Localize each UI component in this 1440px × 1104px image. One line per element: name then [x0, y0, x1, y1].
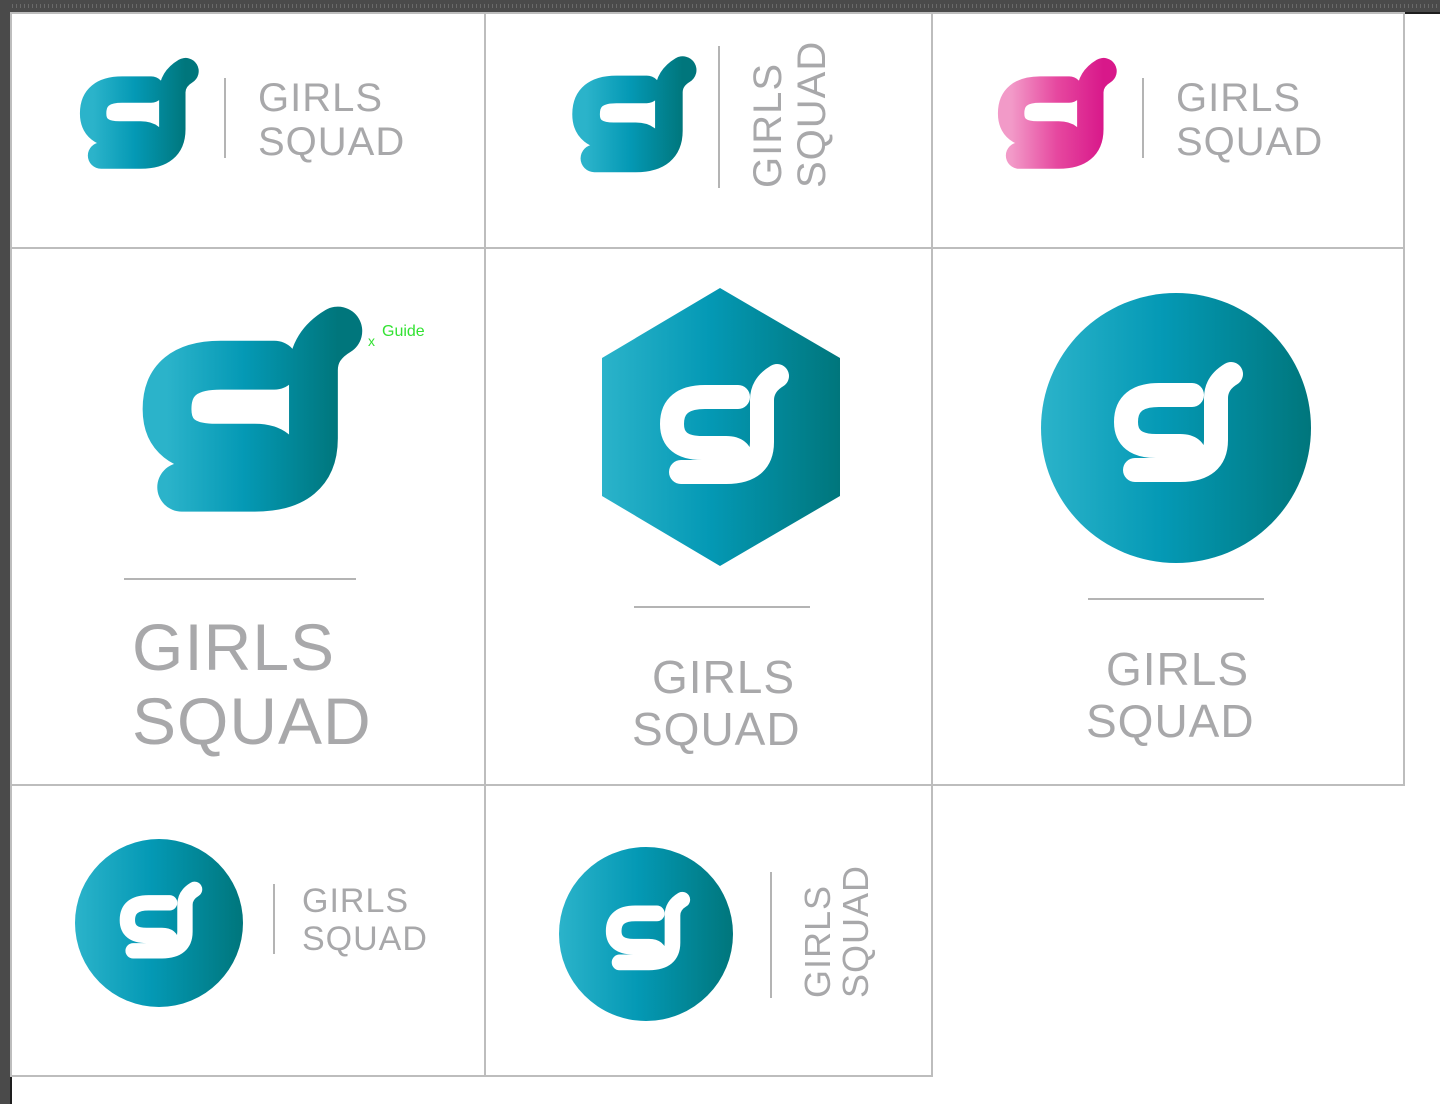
- wordmark-girls: GIRLS: [1106, 643, 1250, 695]
- wordmark-girls: GIRLS: [746, 62, 790, 188]
- wordmark-girls: GIRLS: [652, 651, 796, 703]
- wordmark-squad: SQUAD: [1086, 695, 1255, 747]
- artboard: GIRLS SQUAD GIRLS SQUAD GIRLS SQUAD x Gu…: [0, 0, 1440, 1104]
- circle-badge-icon: [75, 839, 243, 1007]
- divider: [1142, 78, 1144, 158]
- hexagon-badge-icon: [602, 288, 840, 566]
- circle-badge-icon: [1041, 293, 1311, 563]
- guide-marker: x: [368, 333, 375, 349]
- wordmark-girls: GIRLS: [1176, 76, 1302, 120]
- wordmark-squad: SQUAD: [835, 864, 876, 998]
- sg-monogram-icon: [990, 46, 1122, 186]
- divider: [224, 78, 226, 158]
- circle-badge-icon: [559, 847, 733, 1021]
- divider: [273, 884, 275, 954]
- guide-label: Guide: [382, 323, 425, 340]
- divider: [718, 46, 720, 188]
- wordmark-squad: SQUAD: [132, 684, 372, 758]
- wordmark-girls: GIRLS: [258, 76, 384, 120]
- divider: [124, 578, 356, 580]
- wordmark-girls: GIRLS: [132, 610, 336, 684]
- wordmark-squad: SQUAD: [790, 40, 834, 188]
- wordmark-squad: SQUAD: [302, 920, 428, 958]
- wordmark-squad: SQUAD: [1176, 120, 1324, 164]
- wordmark-squad: SQUAD: [632, 703, 801, 755]
- wordmark-girls: GIRLS: [797, 884, 838, 998]
- wordmark-squad: SQUAD: [258, 120, 406, 164]
- logo-cell-2[interactable]: [484, 12, 933, 249]
- sg-monogram-icon: [564, 44, 702, 190]
- sg-monogram-icon: [72, 46, 204, 186]
- divider: [1088, 598, 1264, 600]
- sg-monogram-icon: [128, 290, 372, 538]
- wordmark-girls: GIRLS: [302, 882, 410, 920]
- divider: [634, 606, 810, 608]
- divider: [770, 872, 772, 998]
